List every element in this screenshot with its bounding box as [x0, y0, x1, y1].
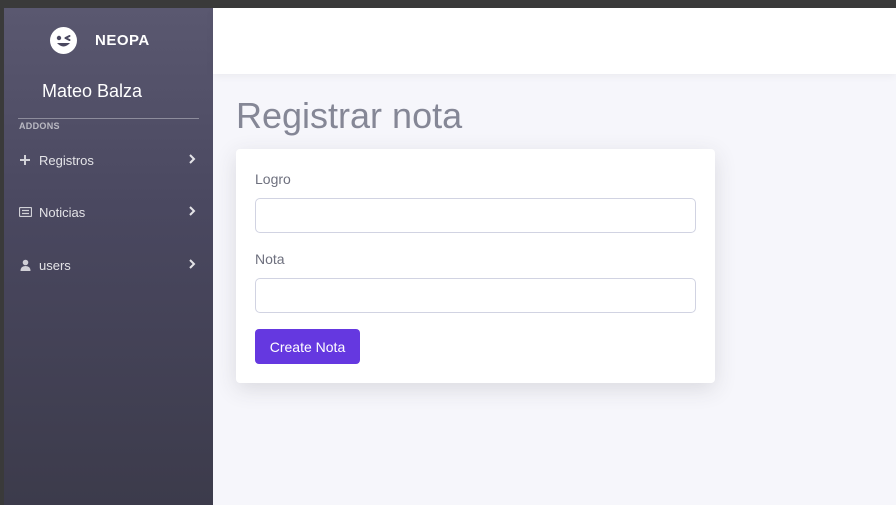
create-nota-button[interactable]: Create Nota	[255, 329, 360, 364]
topbar	[213, 8, 896, 74]
chevron-right-icon	[188, 258, 196, 273]
newspaper-icon	[18, 205, 32, 219]
sidebar-divider	[18, 118, 199, 119]
sidebar-item-noticias[interactable]: Noticias	[18, 201, 196, 223]
app-frame: NEOPA Mateo Balza ADDONS Registros Notic…	[4, 8, 896, 505]
user-name: Mateo Balza	[41, 81, 143, 101]
nota-label: Nota	[255, 251, 285, 267]
brand-name: NEOPA	[95, 31, 150, 49]
sidebar-item-label: Registros	[39, 152, 94, 168]
chevron-right-icon	[188, 153, 196, 168]
nota-input[interactable]	[255, 278, 696, 313]
plus-icon	[18, 153, 32, 167]
brand[interactable]: NEOPA	[50, 24, 150, 56]
sidebar-item-registros[interactable]: Registros	[18, 149, 196, 171]
chevron-right-icon	[188, 205, 196, 220]
registrar-nota-form: Logro Nota Create Nota	[236, 149, 715, 383]
sidebar-item-label: Noticias	[39, 204, 86, 220]
winking-face-icon	[50, 26, 77, 54]
user-icon	[18, 258, 32, 272]
sidebar: NEOPA Mateo Balza ADDONS Registros Notic…	[4, 8, 213, 505]
section-label-addons: ADDONS	[19, 121, 60, 131]
logro-input[interactable]	[255, 198, 696, 233]
sidebar-item-label: users	[39, 257, 71, 273]
page-title: Registrar nota	[236, 95, 463, 136]
sidebar-item-users[interactable]: users	[18, 254, 196, 276]
logro-label: Logro	[255, 171, 291, 187]
